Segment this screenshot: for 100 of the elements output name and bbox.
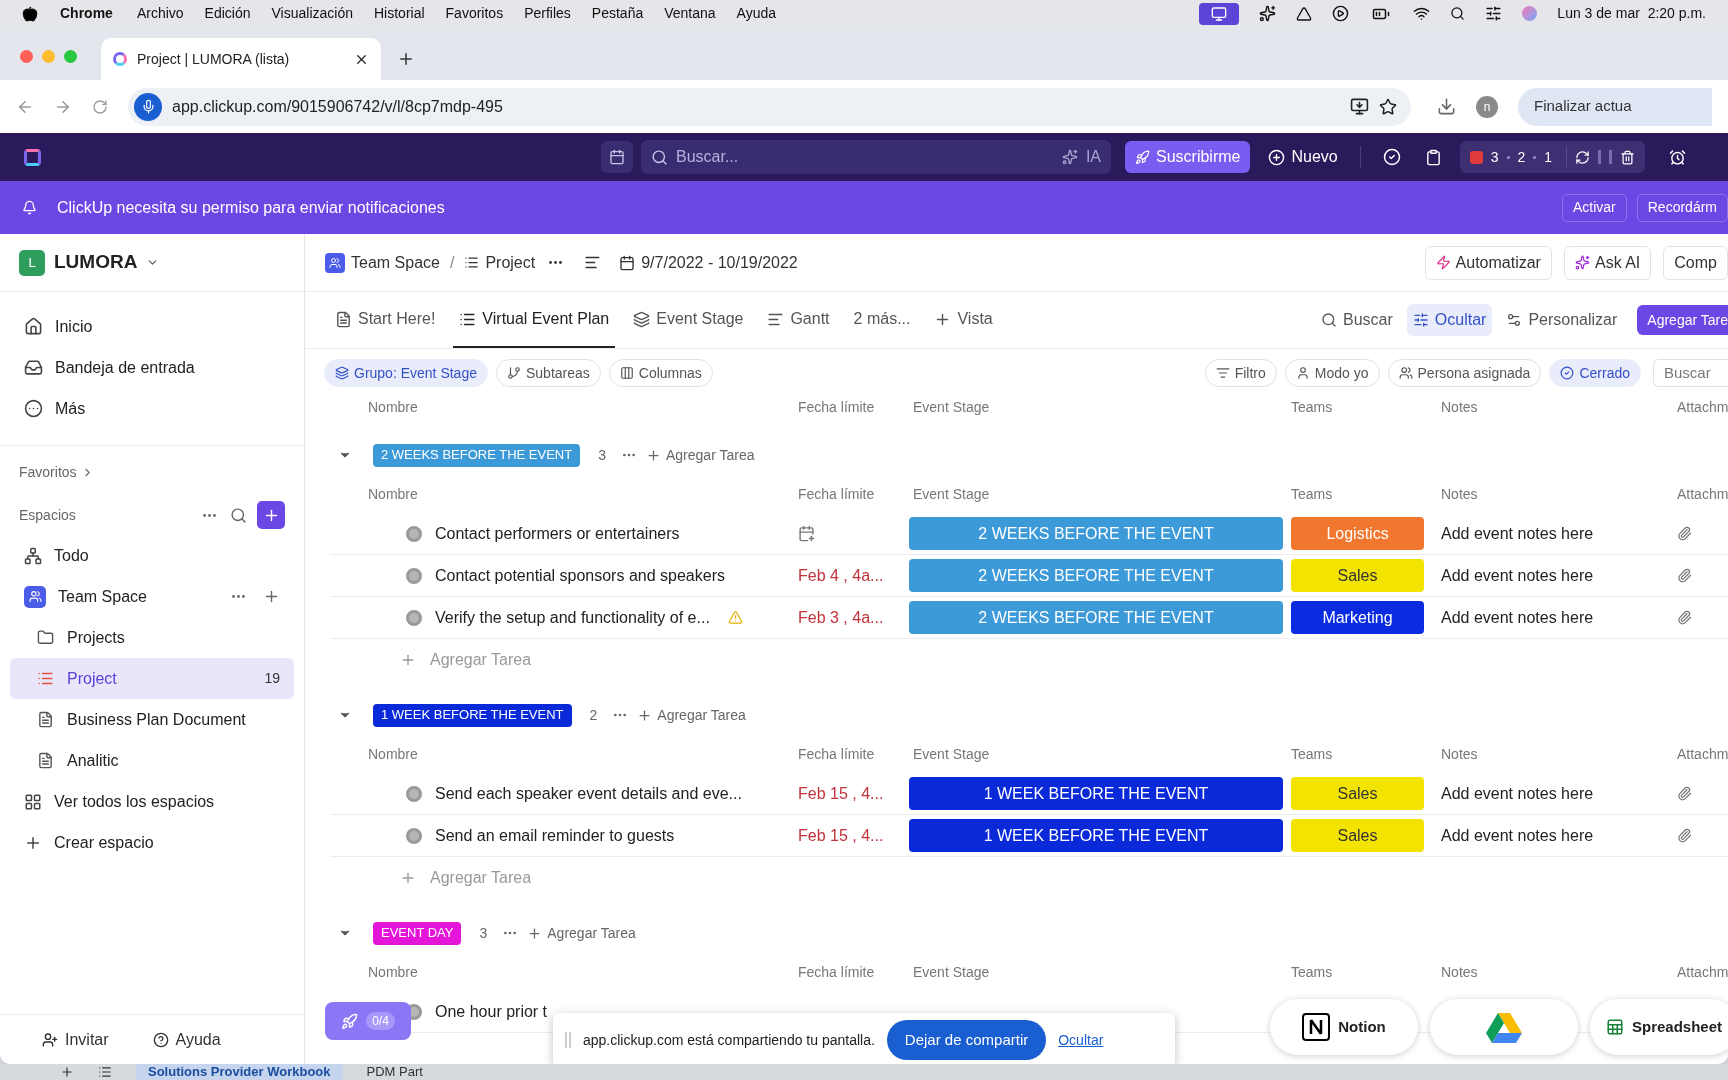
add-task-link[interactable]: Agregar Tarea [666, 444, 755, 466]
section-label[interactable]: Favoritos [19, 462, 77, 483]
update-button[interactable]: Finalizar actua [1518, 87, 1712, 126]
banner-button[interactable]: Recordárm [1636, 193, 1728, 222]
alarm-icon[interactable] [1669, 148, 1687, 166]
menu-item[interactable]: Pestaña [591, 3, 644, 24]
footer-link[interactable]: Ayuda [152, 1027, 221, 1052]
add-task-button[interactable]: Agregar Tare [1637, 305, 1728, 335]
ai-label[interactable]: IA [1085, 145, 1101, 169]
task-name[interactable]: Send each speaker event details and eve... [435, 781, 742, 806]
task-name[interactable]: Verify the setup and functionality of e... [435, 605, 710, 630]
event-stage-tag[interactable]: 1 WEEK BEFORE THE EVENT [909, 819, 1283, 852]
check-icon[interactable] [1382, 148, 1401, 166]
team-tag[interactable]: Sales [1291, 819, 1424, 852]
sheet-list-icon[interactable] [98, 1065, 112, 1079]
task-name[interactable]: Contact performers or entertainers [435, 521, 680, 546]
reload-icon[interactable] [92, 98, 108, 115]
sidebar-item[interactable]: Business Plan Document [10, 699, 294, 740]
add-task-link[interactable]: Agregar Tarea [547, 922, 636, 944]
team-tag[interactable]: Sales [1291, 559, 1424, 592]
browser-tab[interactable]: Project | LUMORA (lista) [101, 38, 381, 80]
clock[interactable]: Lun 3 de mar 2:20 p.m. [1557, 3, 1706, 24]
sidebar-item[interactable]: Ver todos los espacios [10, 781, 294, 822]
clipboard-icon[interactable] [1424, 148, 1442, 166]
header-button[interactable]: Ask AI [1563, 245, 1652, 280]
attachment-icon[interactable] [1677, 568, 1692, 583]
menu-item[interactable]: Chrome [60, 3, 113, 24]
task-name[interactable]: Contact potential sponsors and speakers [435, 563, 725, 588]
notes-text[interactable]: Add event notes here [1441, 784, 1594, 802]
wifi-icon[interactable] [1413, 5, 1431, 22]
due-date[interactable]: Feb 3 , 4a... [798, 608, 884, 626]
view-action[interactable]: Personalizar [1500, 304, 1624, 336]
search-icon[interactable] [1450, 6, 1466, 21]
sidebar-item[interactable]: Team Space [10, 576, 294, 617]
sheet-tab[interactable]: PDM Part [366, 1064, 423, 1080]
task-status-icon[interactable] [406, 827, 422, 844]
notes-text[interactable]: Add event notes here [1441, 608, 1594, 626]
subscribe-button[interactable]: Suscribirme [1125, 141, 1251, 173]
sidebar-item[interactable]: Project 19 [10, 658, 294, 699]
nav-item[interactable]: Más [10, 388, 294, 429]
add-sheet-icon[interactable] [60, 1065, 74, 1079]
shape-icon[interactable] [1296, 5, 1313, 22]
search-field[interactable]: Buscar... IA [641, 140, 1111, 174]
notes-text[interactable]: Add event notes here [1441, 826, 1594, 844]
clickup-logo-icon[interactable] [24, 148, 41, 166]
breadcrumb-item[interactable]: Project [485, 250, 536, 275]
team-tag[interactable]: Marketing [1291, 601, 1424, 634]
view-tab[interactable]: 2 más... [847, 292, 917, 348]
filter-chip[interactable]: Cerrado [1549, 359, 1641, 387]
sidebar-item[interactable]: Crear espacio [10, 822, 294, 863]
header-button[interactable]: Comp [1663, 245, 1728, 280]
stop-icon[interactable] [1469, 150, 1483, 164]
description-icon[interactable] [584, 254, 602, 271]
integration-chip[interactable] [1430, 999, 1578, 1055]
address-bar[interactable]: app.clickup.com/9015906742/v/l/8cp7mdp-495 [128, 87, 1411, 126]
screen-share-button[interactable] [1199, 2, 1240, 25]
hide-link[interactable]: Ocultar [1058, 1029, 1104, 1051]
filter-chip[interactable]: Grupo: Event Stage [324, 359, 488, 387]
task-name[interactable]: One hour prior t [435, 999, 548, 1024]
menu-item[interactable]: Archivo [136, 3, 184, 24]
task-name[interactable]: Send an email reminder to guests [435, 823, 675, 848]
stop-sharing-button[interactable]: Dejar de compartir [886, 1020, 1047, 1060]
control-center-icon[interactable] [1485, 5, 1503, 22]
add-space-button[interactable] [257, 501, 285, 529]
breadcrumb-item[interactable]: Team Space [351, 250, 440, 275]
sparkle-icon[interactable] [1259, 5, 1277, 22]
play-icon[interactable] [1332, 5, 1350, 22]
attachment-icon[interactable] [1677, 786, 1692, 801]
header-button[interactable]: Automatizar [1424, 245, 1552, 280]
attachment-icon[interactable] [1677, 610, 1692, 625]
calendar-button[interactable] [601, 141, 633, 173]
search-field[interactable]: Buscar [1653, 359, 1728, 387]
add-task-link[interactable]: Agregar Tarea [657, 704, 746, 726]
download-icon[interactable] [1437, 97, 1456, 116]
view-action[interactable]: Ocultar [1406, 304, 1493, 336]
task-status-icon[interactable] [406, 785, 422, 802]
date-range[interactable]: 9/7/2022 - 10/19/2022 [641, 250, 798, 275]
trash-icon[interactable] [1620, 149, 1636, 165]
sidebar-item[interactable]: Todo [10, 535, 294, 576]
task-status-icon[interactable] [406, 525, 422, 542]
add-date-icon[interactable] [798, 525, 815, 542]
menu-item[interactable]: Ventana [664, 3, 716, 24]
due-date[interactable]: Feb 15 , 4... [798, 784, 884, 802]
due-date[interactable]: Feb 4 , 4a... [798, 566, 884, 584]
plus-icon[interactable] [263, 588, 280, 605]
group-badge[interactable]: EVENT DAY [373, 921, 462, 945]
view-tab[interactable]: Virtual Event Plan [453, 292, 616, 348]
nav-item[interactable]: Inicio [10, 306, 294, 347]
workspace-name[interactable]: LUMORA [54, 248, 138, 277]
microphone-button[interactable] [134, 92, 162, 121]
new-tab-icon[interactable] [397, 50, 415, 68]
event-stage-tag[interactable]: 1 WEEK BEFORE THE EVENT [909, 777, 1283, 810]
integration-chip[interactable]: Spreadsheet [1590, 999, 1728, 1055]
menu-item[interactable]: Ayuda [736, 3, 777, 24]
refresh-icon[interactable] [1575, 149, 1591, 165]
timer-widget[interactable]: 3 2 1 [1459, 141, 1646, 173]
sidebar-item[interactable]: Projects [10, 617, 294, 658]
view-tab[interactable]: Gantt [761, 292, 836, 348]
task-status-icon[interactable] [406, 609, 422, 626]
task-status-icon[interactable] [406, 567, 422, 584]
